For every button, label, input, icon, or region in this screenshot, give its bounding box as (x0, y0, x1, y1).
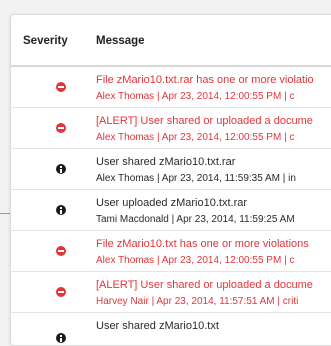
message-column-header[interactable]: Message (96, 35, 145, 47)
alert-message: [ALERT] User shared or uploaded a docume (96, 279, 313, 291)
critical-severity-icon (56, 246, 66, 256)
critical-severity-icon (56, 82, 66, 92)
critical-severity-icon (56, 287, 66, 297)
severity-column-header[interactable]: Severity (23, 35, 68, 47)
alert-meta: Alex Thomas | Apr 23, 2014, 11:59:35 AM … (96, 173, 296, 184)
alert-meta: Alex Thomas | Apr 23, 2014, 12:00:55 PM … (96, 91, 295, 102)
table-row[interactable]: User uploaded zMario10.txt.rar Tami Macd… (11, 190, 331, 231)
alert-message: File zMario10.txt.rar has one or more vi… (96, 74, 314, 86)
alert-message: User shared zMario10.txt.rar (96, 156, 236, 168)
table-row[interactable]: User shared zMario10.txt.rar Alex Thomas… (11, 149, 331, 190)
alert-meta: Tami Macdonald | Apr 23, 2014, 11:59:25 … (96, 214, 295, 225)
critical-severity-icon (56, 123, 66, 133)
alert-meta: Alex Thomas | Apr 23, 2014, 12:00:55 PM … (96, 132, 295, 143)
table-row[interactable]: File zMario10.txt.rar has one or more vi… (11, 67, 331, 108)
table-row[interactable]: User shared zMario10.txt (11, 313, 331, 345)
info-severity-icon (56, 333, 66, 343)
alert-message: User uploaded zMario10.txt.rar (96, 197, 248, 209)
alert-message: User shared zMario10.txt (96, 320, 219, 332)
alerts-table: Severity Message File zMario10.txt.rar h… (10, 14, 331, 346)
table-header: Severity Message (11, 15, 331, 67)
alert-message: File zMario10.txt has one or more violat… (96, 238, 309, 250)
alert-meta: Harvey Nair | Apr 23, 2014, 11:57:51 AM … (96, 296, 299, 307)
alert-message: [ALERT] User shared or uploaded a docume (96, 115, 313, 127)
info-severity-icon (56, 205, 66, 215)
table-row[interactable]: [ALERT] User shared or uploaded a docume… (11, 108, 331, 149)
info-severity-icon (56, 164, 66, 174)
alert-meta: Alex Thomas | Apr 23, 2014, 12:00:55 PM … (96, 255, 295, 266)
table-row[interactable]: [ALERT] User shared or uploaded a docume… (11, 272, 331, 313)
table-row[interactable]: File zMario10.txt has one or more violat… (11, 231, 331, 272)
